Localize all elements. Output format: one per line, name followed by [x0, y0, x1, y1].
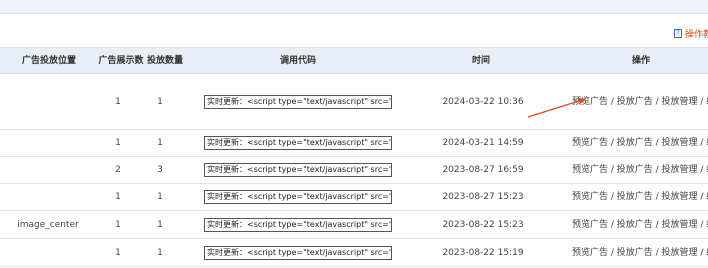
row-actions[interactable]: 预览广告 / 投放广告 / 投放管理 / 编辑: [572, 211, 708, 239]
table-row: 2 3 实时更新：<script type="text/javascript" …: [0, 157, 708, 184]
code-input[interactable]: 实时更新：<script type="text/javascript" src=…: [204, 136, 392, 150]
cell-display-count: 1: [115, 248, 121, 258]
cell-time: 2023-08-22 15:19: [442, 248, 524, 258]
cell-display-count: 1: [115, 138, 121, 148]
col-header-quantity: 投放数量: [146, 56, 183, 66]
row-actions[interactable]: 预览广告 / 投放广告 / 投放管理 / 编辑: [572, 130, 708, 157]
help-link[interactable]: ? 操作教: [674, 27, 708, 40]
col-header-position: 广告投放位置: [22, 56, 77, 66]
col-header-code: 调用代码: [279, 56, 316, 66]
table-row: 1 1 实时更新：<script type="text/javascript" …: [0, 130, 708, 157]
row-actions[interactable]: 预览广告 / 投放广告 / 投放管理 / 编辑: [572, 75, 708, 130]
cell-quantity: 1: [157, 192, 163, 202]
cell-time: 2024-03-22 10:36: [442, 97, 524, 107]
row-actions[interactable]: 预览广告 / 投放广告 / 投放管理 / 编辑: [572, 239, 708, 267]
row-actions[interactable]: 预览广告 / 投放广告 / 投放管理 / 编辑: [572, 157, 708, 184]
cell-quantity: 1: [157, 97, 163, 107]
cell-quantity: 1: [157, 248, 163, 258]
code-input[interactable]: 实时更新：<script type="text/javascript" src=…: [204, 246, 392, 260]
table-row: 1 1 实时更新：<script type="text/javascript" …: [0, 75, 708, 130]
toolbar-row: [0, 14, 708, 47]
cell-time: 2024-03-21 14:59: [442, 138, 524, 148]
code-input[interactable]: 实时更新：<script type="text/javascript" src=…: [204, 218, 392, 232]
help-label: 操作教: [685, 30, 708, 40]
cell-time: 2023-08-27 16:59: [442, 165, 524, 175]
cell-quantity: 3: [157, 165, 163, 175]
table-row: 1 1 实时更新：<script type="text/javascript" …: [0, 184, 708, 211]
col-header-actions: 操作: [631, 56, 650, 66]
cell-quantity: 1: [157, 220, 163, 230]
top-bar: [0, 0, 708, 14]
col-header-time: 时间: [471, 56, 490, 66]
cell-display-count: 2: [115, 165, 121, 175]
cell-position: image_center: [17, 220, 79, 230]
code-input[interactable]: 实时更新：<script type="text/javascript" src=…: [204, 190, 392, 204]
table-header: 广告投放位置 广告展示数 投放数量 调用代码 时间 操作: [0, 47, 708, 74]
code-input[interactable]: 实时更新：<script type="text/javascript" src=…: [204, 163, 392, 177]
table-row: 1 1 实时更新：<script type="text/javascript" …: [0, 239, 708, 267]
code-input[interactable]: 实时更新：<script type="text/javascript" src=…: [204, 95, 392, 109]
cell-display-count: 1: [115, 220, 121, 230]
col-header-display-count: 广告展示数: [98, 56, 144, 66]
cell-time: 2023-08-27 15:23: [442, 192, 524, 202]
row-actions[interactable]: 预览广告 / 投放广告 / 投放管理 / 编辑: [572, 184, 708, 211]
cell-quantity: 1: [157, 138, 163, 148]
question-icon: ?: [674, 29, 682, 38]
cell-time: 2023-08-22 15:23: [442, 220, 524, 230]
cell-display-count: 1: [115, 97, 121, 107]
cell-display-count: 1: [115, 192, 121, 202]
table-row: image_center 1 1 实时更新：<script type="text…: [0, 211, 708, 239]
